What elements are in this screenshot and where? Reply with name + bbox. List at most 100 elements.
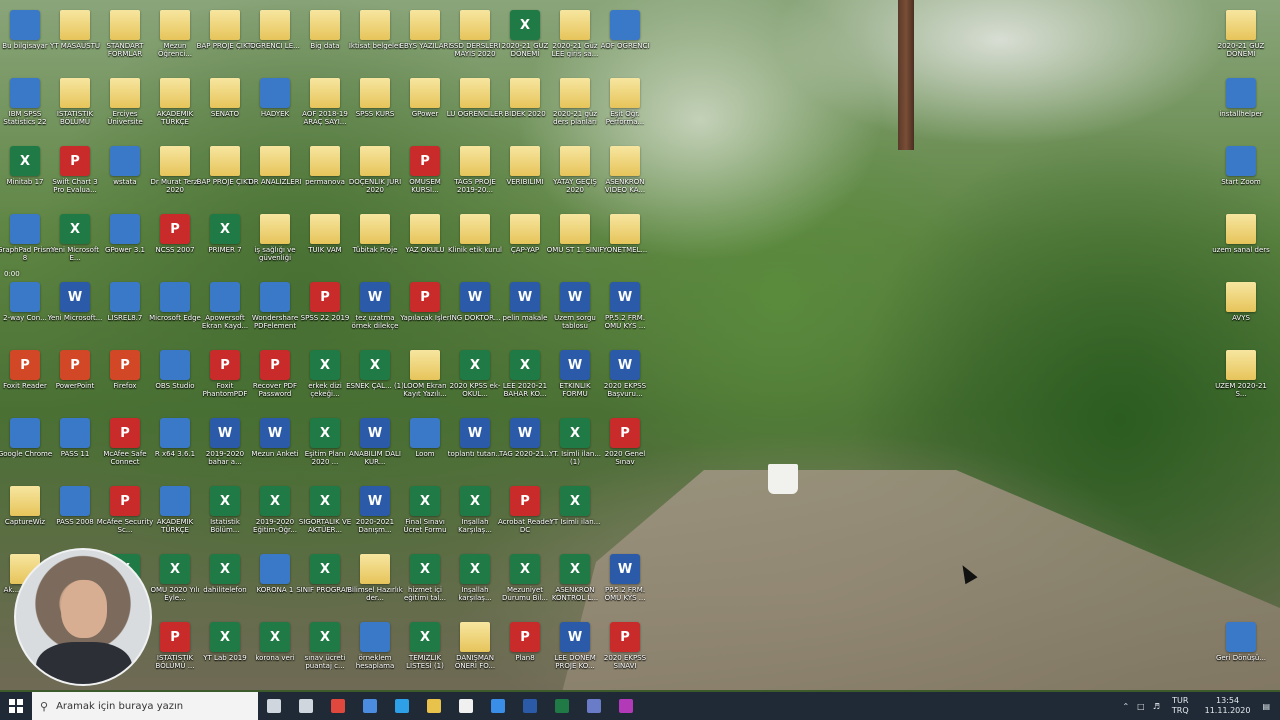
foxit-taskbar-button[interactable] [610, 692, 642, 720]
desktop-icon[interactable]: W PP.5.2 FRM. OMU KYS ... [600, 278, 650, 344]
desktop-icon[interactable]: BAP PROJE ÇIKTI [197, 6, 253, 72]
chrome-taskbar-button[interactable] [322, 692, 354, 720]
desktop-icon[interactable]: Wtoplantı tutan... [448, 414, 502, 480]
desktop-icon[interactable]: 2020-21 güz ders planları [550, 74, 600, 140]
desktop-icon[interactable]: P 2020 Genel Sınav [600, 414, 650, 480]
desktop-icon[interactable]: PASS 11 [50, 414, 100, 480]
desktop-icon[interactable]: GPower 3.1 [100, 210, 150, 276]
desktop-icon[interactable]: İSTATİSTİK BÖLÜMÜ [50, 74, 100, 140]
desktop-icon[interactable]: Loom [400, 414, 450, 480]
language-indicator[interactable]: TUR TRQ [1168, 696, 1193, 716]
desktop-icon[interactable]: OBS Studio [150, 346, 200, 412]
desktop-icon[interactable]: iş sağlığı ve güvenliği [250, 210, 300, 276]
desktop-icon[interactable]: X YT Lab 2019 [200, 618, 250, 684]
desktop-icon[interactable]: AKADEMİK TÜRKÇE [150, 74, 200, 140]
word-taskbar-button[interactable] [514, 692, 546, 720]
desktop-icon[interactable]: YATAY GEÇİŞ 2020 [550, 142, 600, 208]
desktop-icon[interactable]: P Foxit PhantomPDF [200, 346, 250, 412]
desktop-icon[interactable]: VERİBİLİMİ [500, 142, 550, 208]
desktop-icon[interactable]: Klinik etik kurul [448, 210, 502, 276]
desktop-icon[interactable]: Bilimsel Hazırlık der... [347, 550, 403, 616]
desktop-icon[interactable]: BAP PROJE ÇIKTI [197, 142, 253, 208]
desktop-icon[interactable]: X Mezuniyet Durumu Bil... [500, 550, 550, 616]
desktop-icon[interactable]: IBM SPSS Statistics 22 [0, 74, 50, 140]
desktop-icon[interactable]: AKADEMİK TÜRKÇE [150, 482, 200, 548]
desktop-icon[interactable]: Big data [300, 6, 350, 72]
desktop-icon[interactable]: Dr Murat Terzi 2020 [150, 142, 200, 208]
desktop-icon[interactable]: P Yapılacak İşler [400, 278, 450, 344]
desktop-icon[interactable]: W Üzem sorgu tablosu [550, 278, 600, 344]
desktop-icon[interactable]: SENATO [200, 74, 250, 140]
desktop-icon[interactable]: Start Zoom [1216, 142, 1266, 208]
calculator-taskbar-button[interactable] [578, 692, 610, 720]
desktop-icon[interactable]: R x64 3.6.1 [150, 414, 200, 480]
desktop-icon[interactable]: DOÇENLİK JÜRİ 2020 [349, 142, 401, 208]
desktop-icon[interactable]: uzem sanal ders [1212, 210, 1270, 276]
desktop-icon[interactable]: YAZ OKULU [400, 210, 450, 276]
desktop-icon[interactable]: 2020-21 Güz LEE giriş sa... [550, 6, 600, 72]
desktop-icon[interactable]: W İNG DOKTOR... [450, 278, 500, 344]
desktop-icon[interactable]: X PRIMER 7 [200, 210, 250, 276]
desktop-icon[interactable]: P Foxit Reader [0, 346, 50, 412]
desktop-icon[interactable]: P Recover PDF Password [250, 346, 300, 412]
desktop-icon[interactable]: Wpelin makale [500, 278, 550, 344]
desktop-icon[interactable]: W LEE DÖNEM PROJE KO... [550, 618, 600, 684]
desktop-icon[interactable]: X 2020-21 GÜZ DÖNEMİ [500, 6, 550, 72]
desktop-icon[interactable]: W 2020-2021 Danışm... [350, 482, 400, 548]
start-button[interactable] [0, 692, 32, 720]
desktop-icon[interactable]: Tübitak Proje [350, 210, 400, 276]
desktop-icon[interactable]: Google Chrome [0, 414, 52, 480]
desktop-icon[interactable]: X ESNEK ÇAL... (1) [346, 346, 404, 412]
desktop-icon[interactable]: wstata [100, 142, 150, 208]
task-view-taskbar-button[interactable] [290, 692, 322, 720]
desktop-icon[interactable]: CaptureWiz [0, 482, 50, 548]
desktop-icon[interactable]: Xhizmet içi eğitimi tal... [400, 550, 450, 616]
notification-icon[interactable]: ▤ [1262, 702, 1270, 711]
desktop-icon[interactable]: W ETKİNLİK FORMU [550, 346, 600, 412]
desktop-icon[interactable]: YÖNETMEL... [600, 210, 650, 276]
desktop-icon[interactable]: KORONA 1 [250, 550, 300, 616]
desktop-icon[interactable]: Wtez uzatma örnek dilekçe [350, 278, 400, 344]
desktop-icon[interactable]: X LEE 2020-21 BAHAR KO... [500, 346, 550, 412]
desktop-icon[interactable]: X Final Sınavı Ücret Formu [400, 482, 450, 548]
desktop-icon[interactable]: LÜ ÖĞRENCİLER [447, 74, 503, 140]
desktop-icon[interactable]: PASS 2008 [50, 482, 100, 548]
desktop-icon[interactable]: Xkorona veri [250, 618, 300, 684]
desktop-icon[interactable]: P McAfee Safe Connect [100, 414, 150, 480]
tray-chevron-up-icon[interactable]: ⌃ [1122, 702, 1129, 711]
desktop-icon[interactable]: EBYS YAZILARI [400, 6, 450, 72]
desktop-icon[interactable]: DR ANALİZLERİ [248, 142, 302, 208]
desktop-icon[interactable]: OMÜ ST 1. SINIF [547, 210, 603, 276]
desktop-icon[interactable]: X İstatistik Bölüm... [200, 482, 250, 548]
desktop-icon[interactable]: ÇAP-YAP [500, 210, 550, 276]
network-icon[interactable]: □ [1137, 702, 1145, 711]
desktop-icon[interactable]: P PowerPoint [50, 346, 100, 412]
desktop-icon[interactable]: HADYEK [250, 74, 300, 140]
desktop-icon[interactable]: STANDART FORMLAR [100, 6, 150, 72]
desktop-icon[interactable]: permanova [300, 142, 350, 208]
desktop-icon[interactable]: P İSTATİSTİK BÖLÜMÜ ... [150, 618, 200, 684]
desktop-icon[interactable]: W 2019-2020 bahar a... [200, 414, 250, 480]
desktop-icon[interactable]: AVYS [1216, 278, 1266, 344]
desktop-icon[interactable]: Microsoft Edge [149, 278, 201, 344]
desktop-icon[interactable]: AÖF 2018-19 ARAÇ SAYI... [300, 74, 350, 140]
desktop-icon[interactable]: X İnşallah karşılaş... [450, 550, 500, 616]
desktop-icon[interactable]: Bu bilgisayar [0, 6, 50, 72]
desktop-icon[interactable]: W ANABİLİM DALI KUR... [349, 414, 401, 480]
desktop-icon[interactable]: ÖĞRENCİ LE... [250, 6, 300, 72]
desktop-icon[interactable]: GraphPad Prism 8 [0, 210, 53, 276]
desktop-icon[interactable]: X TEMİZLİK LİSTESİ (1) [400, 618, 450, 684]
desktop-icon[interactable]: 2020-21 GÜZ DÖNEMİ [1216, 6, 1266, 72]
desktop-icon[interactable]: X SINIF PROGRAMI [296, 550, 354, 616]
excel-taskbar-button[interactable] [546, 692, 578, 720]
desktop-icon[interactable]: P Firefox [100, 346, 150, 412]
desktop-icon[interactable]: Apowersoft Ekran Kayd... [200, 278, 250, 344]
desktop-icon[interactable]: P ÖMÜSEM KURSİ... [400, 142, 450, 208]
desktop-icon[interactable]: X ASENKRON KONTROL L... [550, 550, 600, 616]
desktop-icon[interactable]: X 2020 KPSS ek-OKUL... [450, 346, 500, 412]
cortana-taskbar-button[interactable] [258, 692, 290, 720]
desktop-icon[interactable]: örneklem hesaplama [350, 618, 400, 684]
desktop-icon[interactable]: P Swift Chart 3 Pro Evalua... [50, 142, 100, 208]
desktop-icon[interactable]: X 2019-2020 Eğitim-Öğr... [250, 482, 300, 548]
desktop-icon[interactable]: DANIŞMAN ÖNERİ FO... [450, 618, 500, 684]
